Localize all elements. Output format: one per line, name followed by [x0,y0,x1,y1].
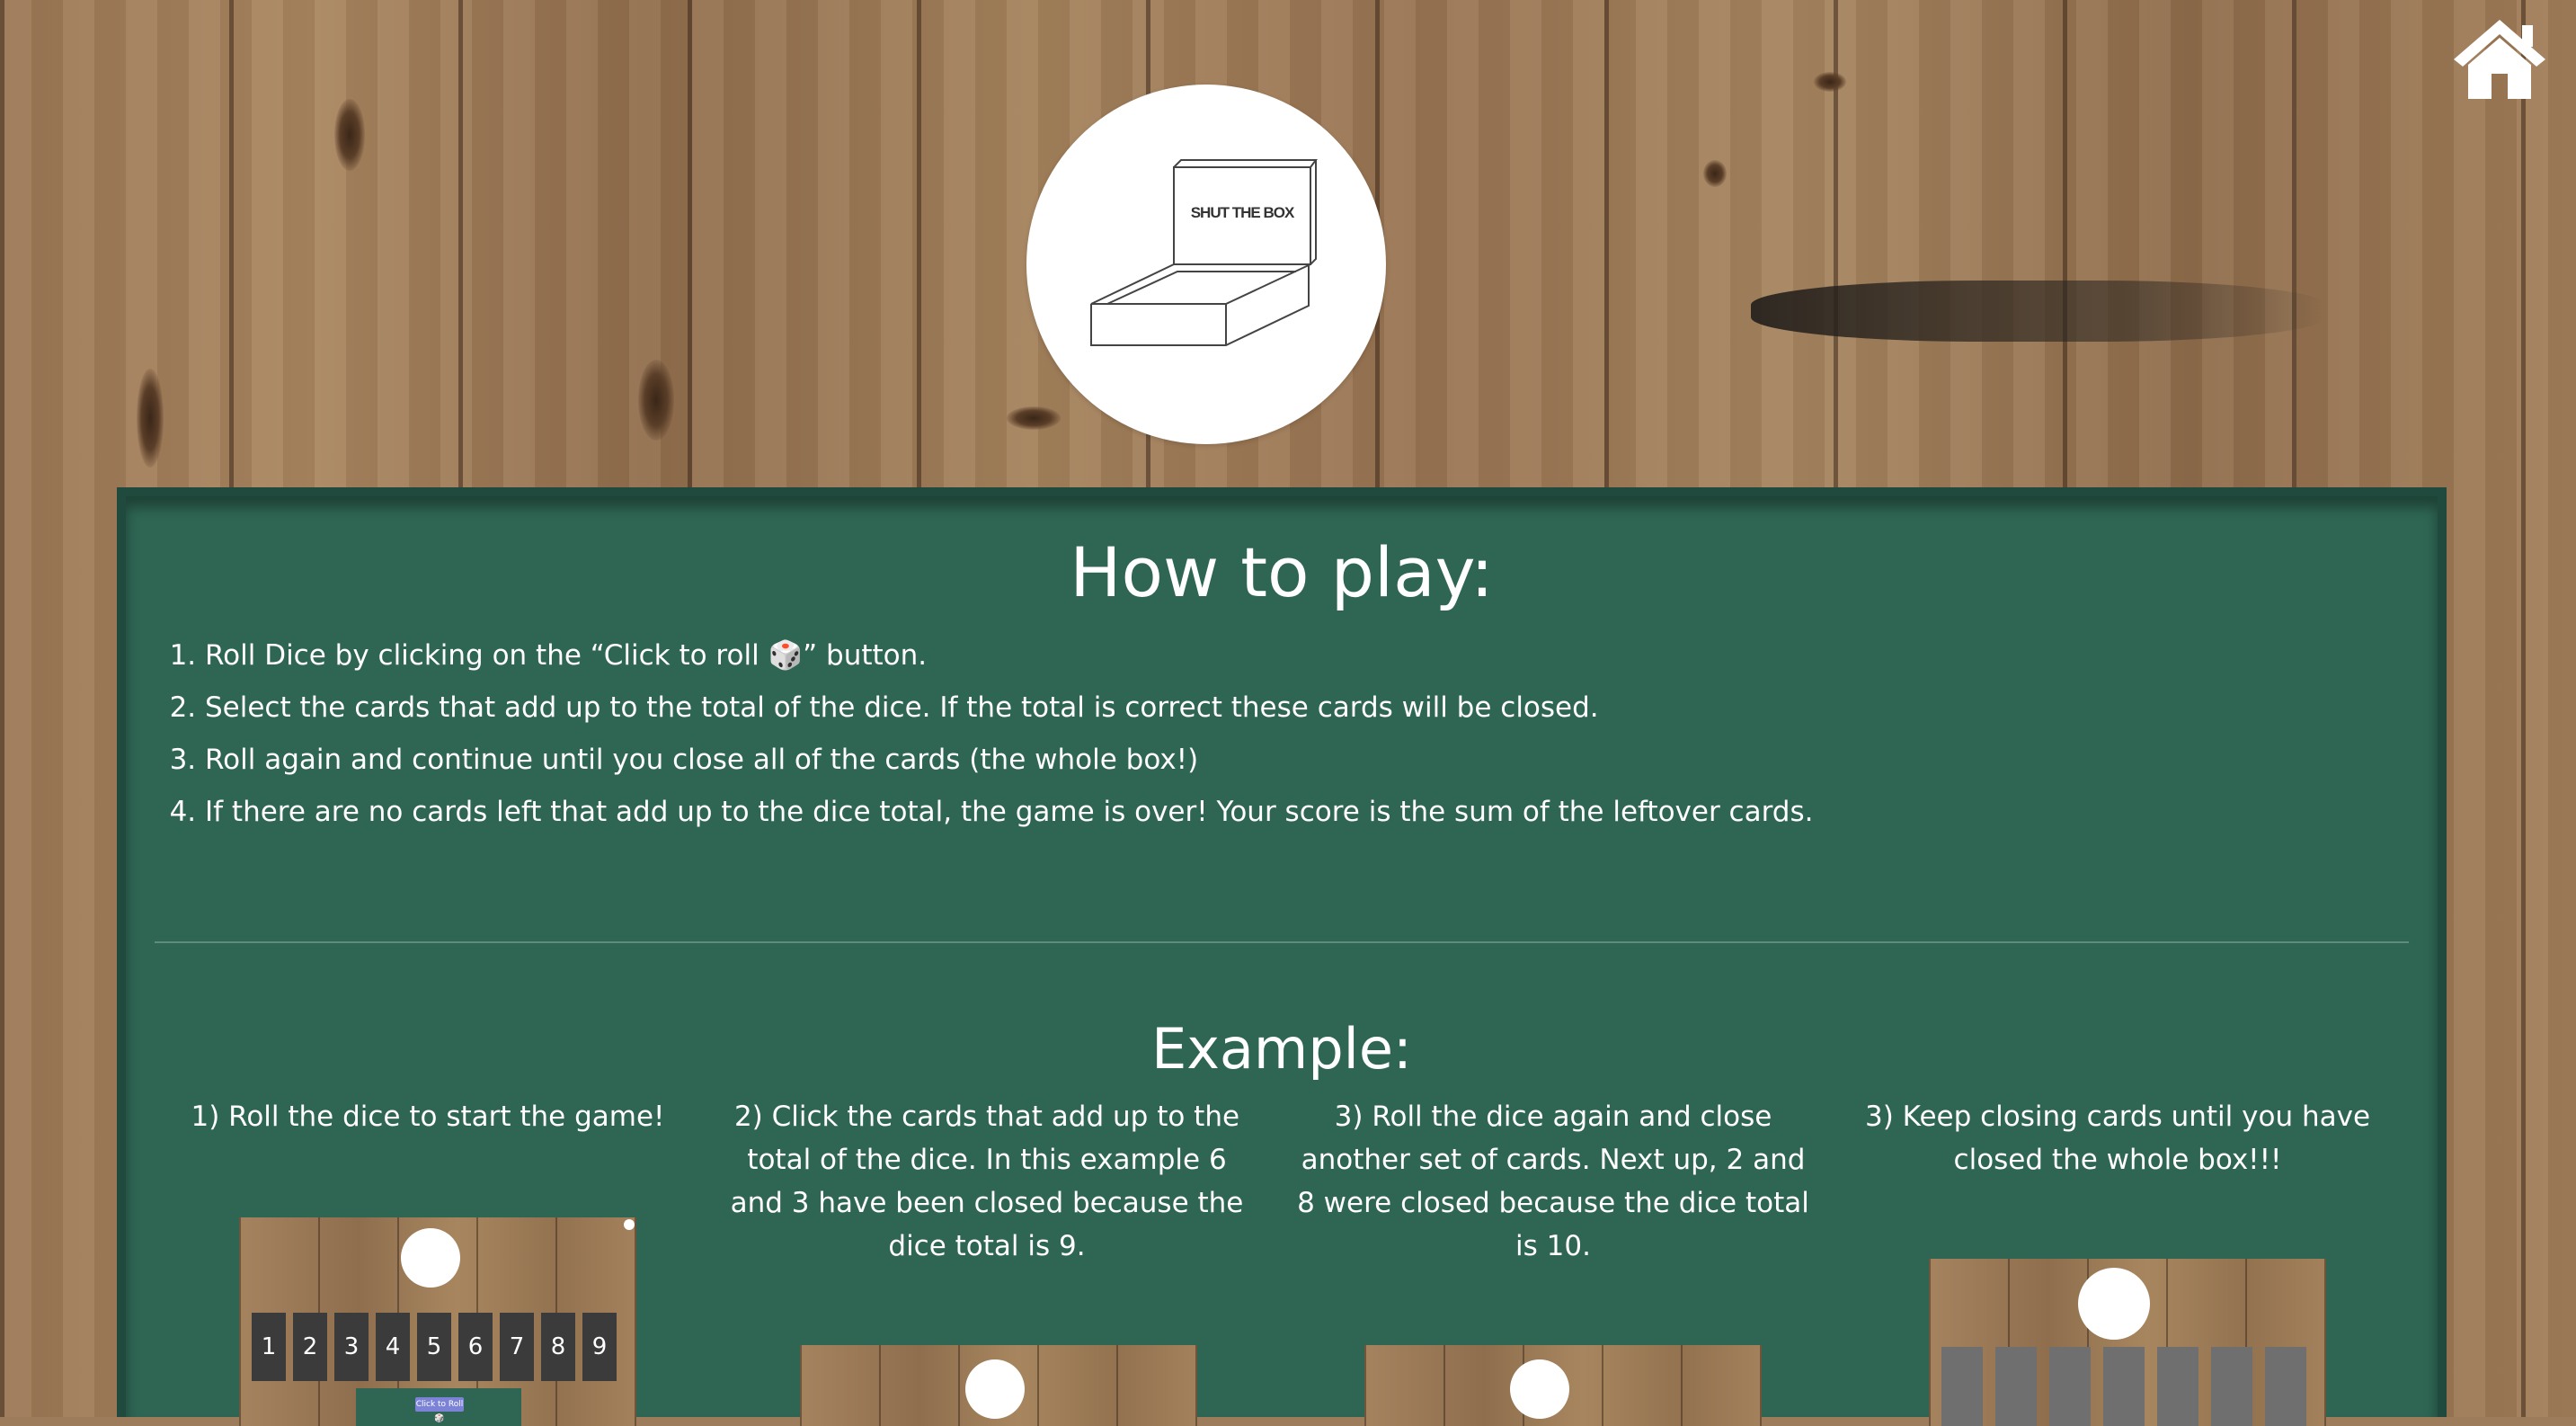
closed-card [2211,1347,2252,1426]
closed-card [2049,1347,2091,1426]
logo-text: SHUT THE BOX [1191,204,1295,221]
box-logo-icon: SHUT THE BOX [1090,159,1318,346]
closed-card [2265,1347,2306,1426]
closed-card [1941,1347,1983,1426]
thumb-panel: Click to Roll 🎲 [356,1388,521,1426]
thumb-home-icon [624,1219,635,1230]
example-step-2: 2) Click the cards that add up to the to… [730,1101,1244,1262]
example-step-4: 3) Keep closing cards until you have clo… [1864,1101,2371,1176]
thumb-roll-button: Click to Roll 🎲 [415,1397,464,1423]
instruction-item: Roll again and continue until you close … [205,734,1813,786]
wood-knot [1814,72,1846,92]
how-to-play-panel: How to play: Roll Dice by clicking on th… [117,487,2447,1426]
wood-knot [1703,160,1727,187]
closed-card [2103,1347,2145,1426]
card: 6 [458,1313,493,1381]
closed-card [1995,1347,2037,1426]
divider [155,941,2409,943]
home-icon [2454,20,2545,99]
card: 4 [376,1313,410,1381]
card: 1 [252,1313,286,1381]
card: 9 [582,1313,617,1381]
example-step-3: 3) Roll the dice again and close another… [1297,1101,1809,1262]
wood-knot [137,369,164,468]
example-screenshot-4 [1929,1259,2326,1426]
thumb-logo [401,1228,460,1288]
card: 2 [293,1313,327,1381]
wood-knot [334,99,365,171]
home-button[interactable] [2450,16,2549,102]
instruction-item: If there are no cards left that add up t… [205,786,1813,838]
card: 3 [334,1313,369,1381]
thumb-logo [1510,1359,1569,1419]
example-screenshot-3 [1364,1345,1762,1426]
card: 5 [417,1313,451,1381]
instruction-item: Select the cards that add up to the tota… [205,682,1813,734]
example-step-1: 1) Roll the dice to start the game! [191,1101,665,1133]
example-screenshot-1: 1 2 3 4 5 6 7 8 9 Click to Roll 🎲 [239,1217,636,1426]
instructions-list: Roll Dice by clicking on the “Click to r… [162,629,1813,838]
thumb-logo [2078,1268,2150,1340]
wood-knot [638,360,674,441]
example-screenshot-2 [800,1345,1197,1426]
wood-crack [1751,281,2326,342]
example-title: Example: [1151,1016,1412,1082]
instruction-item: Roll Dice by clicking on the “Click to r… [205,629,1813,682]
thumb-logo [965,1359,1025,1419]
closed-card [2157,1347,2198,1426]
shut-the-box-logo: SHUT THE BOX [1026,85,1386,444]
card: 7 [500,1313,534,1381]
card: 8 [541,1313,575,1381]
page-title: How to play: [1070,532,1494,612]
